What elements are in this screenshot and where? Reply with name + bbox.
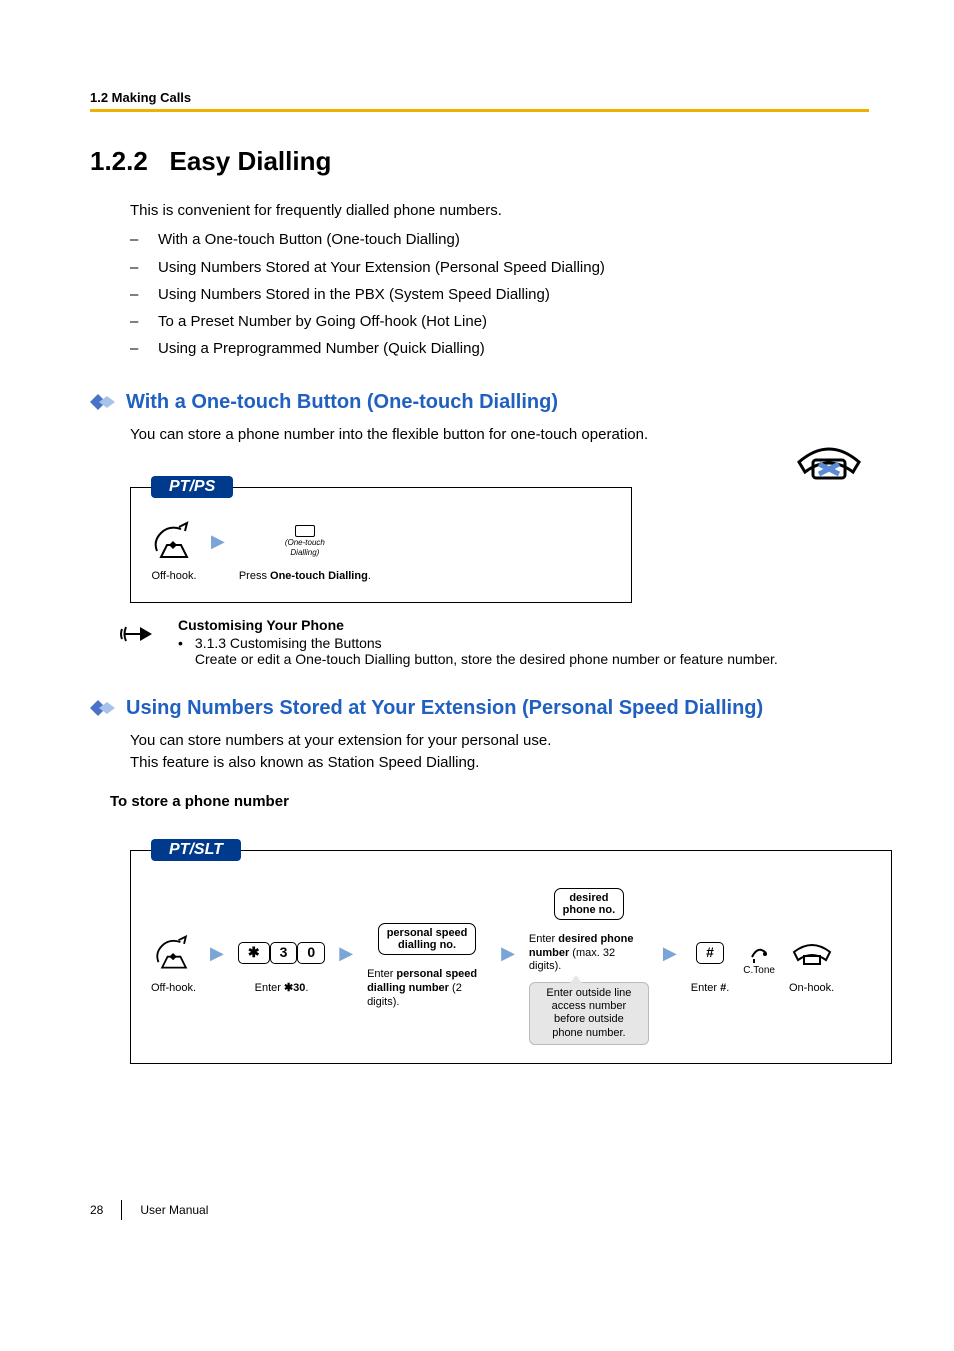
step-label: Off-hook. [151,570,197,584]
step-label: Off-hook. [151,982,196,996]
page-footer: 28 User Manual [90,1200,208,1220]
subsection-body: This feature is also known as Station Sp… [130,754,479,771]
section-number: 1.2.2 [90,146,148,176]
note-title: Customising Your Phone [178,617,778,633]
list-item: Using Numbers Stored at Your Extension (… [130,256,869,279]
diamond-bullet-icon [90,394,118,410]
desired-number-box: desiredphone no. [554,888,625,920]
subsection-heading: Using Numbers Stored at Your Extension (… [126,697,763,720]
offhook-icon [153,934,195,972]
box-label: PT/PS [151,476,233,498]
intro-lead: This is convenient for frequently dialle… [130,199,869,222]
psd-number-box: personal speeddialling no. [378,923,477,955]
procedure-title: To store a phone number [110,793,869,810]
list-item: With a One-touch Button (One-touch Diall… [130,228,869,251]
intro-list: With a One-touch Button (One-touch Diall… [130,228,869,360]
running-header: 1.2 Making Calls [90,90,869,105]
key-3: 3 [270,942,298,964]
key-0: 0 [297,942,325,964]
step-label: Press One-touch Dialling. [239,570,371,584]
procedure-box-ptslt: PT/SLT Off-hook. ▶ ✱ 3 0 [130,850,892,1064]
onetouch-button-icon: (One-touch Dialling) [285,525,325,557]
header-rule [90,109,869,112]
section-name: Easy Dialling [170,146,332,176]
key-hash: # [696,942,724,964]
section-title: 1.2.2 Easy Dialling [90,146,869,177]
box-label: PT/SLT [151,839,241,861]
page-number: 28 [90,1203,103,1217]
confirmation-tone-icon: C.Tone [743,943,775,978]
bullet-icon: • [178,635,183,667]
step-label: Enter ✱30. [238,982,325,996]
procedure-box-ptps: PT/PS Off-hook. ▶ (One- [130,487,632,603]
phone-device-icon [789,426,869,487]
arrow-icon: ▶ [211,531,225,552]
diamond-bullet-icon [90,700,118,716]
callout-note: Enter outside line access number before … [529,982,649,1045]
note-line: Create or edit a One-touch Dialling butt… [195,651,778,667]
subsection-body: You can store numbers at your extension … [130,732,551,749]
subsection-body: You can store a phone number into the fl… [130,424,869,447]
step-label: On-hook. [789,982,834,996]
arrow-icon: ▶ [339,943,353,964]
subsection-heading: With a One-touch Button (One-touch Diall… [126,391,558,414]
arrow-icon: ▶ [210,943,224,964]
step-label: Enter personal speed dialling number (2 … [367,968,487,1009]
list-item: To a Preset Number by Going Off-hook (Ho… [130,310,869,333]
note-line: 3.1.3 Customising the Buttons [195,635,778,651]
list-item: Using a Preprogrammed Number (Quick Dial… [130,337,869,360]
list-item: Using Numbers Stored in the PBX (System … [130,283,869,306]
arrow-icon: ▶ [663,943,677,964]
key-star: ✱ [238,942,270,964]
pointing-hand-icon [120,619,164,649]
step-label: Enter desired phone number (max. 32 digi… [529,933,649,974]
step-label: Enter #. [691,982,730,996]
offhook-icon [151,521,197,561]
onhook-icon [790,938,834,968]
arrow-icon: ▶ [501,943,515,964]
footer-label: User Manual [140,1203,208,1217]
